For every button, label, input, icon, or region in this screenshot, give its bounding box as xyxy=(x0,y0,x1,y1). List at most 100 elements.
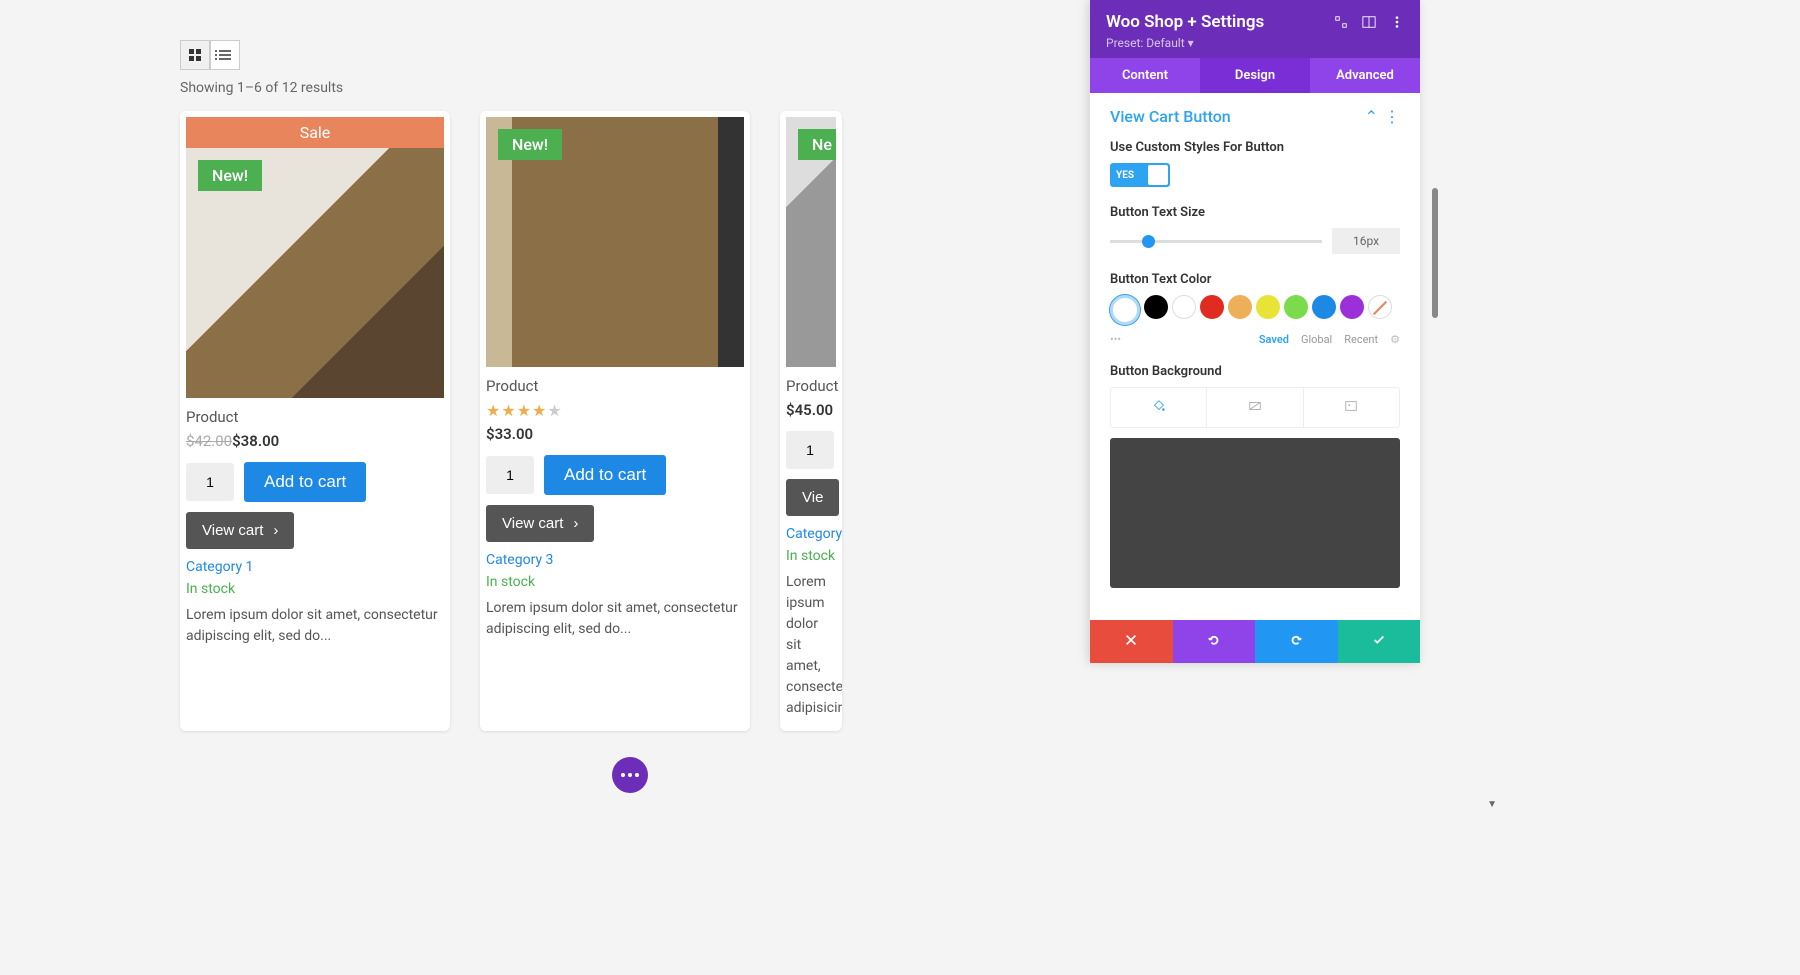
bg-tab-image[interactable] xyxy=(1304,388,1399,427)
product-description: Lorem ipsum dolor sit amet, consectetur … xyxy=(786,572,836,719)
color-swatch[interactable] xyxy=(1256,295,1280,319)
new-badge: New! xyxy=(198,160,262,191)
new-badge: Ne xyxy=(798,129,836,160)
module-fab[interactable] xyxy=(612,757,648,793)
background-label: Button Background xyxy=(1110,364,1400,379)
new-badge: New! xyxy=(498,129,562,160)
gradient-icon xyxy=(1248,399,1262,413)
stock-status: In stock xyxy=(486,574,744,590)
color-tab-recent[interactable]: Recent xyxy=(1344,333,1378,346)
stock-status: In stock xyxy=(186,581,444,597)
kebab-icon[interactable]: ⋮ xyxy=(1384,107,1400,126)
undo-button[interactable] xyxy=(1173,620,1256,663)
current-price: $33.00 xyxy=(486,425,533,443)
color-swatch[interactable] xyxy=(1312,295,1336,319)
category-link[interactable]: Category 3 xyxy=(486,552,744,568)
custom-styles-toggle[interactable]: YES xyxy=(1110,163,1170,187)
add-to-cart-button[interactable]: Add to cart xyxy=(544,455,666,495)
redo-icon xyxy=(1289,633,1303,647)
settings-panel: Woo Shop + Settings Preset: Default ▾ Co… xyxy=(1090,0,1420,663)
color-swatch-current[interactable] xyxy=(1110,295,1140,325)
category-link[interactable]: Category xyxy=(786,526,836,542)
sale-badge: Sale xyxy=(186,117,444,148)
old-price: $42.00 xyxy=(186,432,232,450)
slider-thumb[interactable] xyxy=(1142,235,1155,248)
color-palette xyxy=(1110,295,1400,325)
grid-view-button[interactable] xyxy=(180,40,210,70)
view-cart-label: View cart xyxy=(502,515,563,532)
preset-selector[interactable]: Preset: Default ▾ xyxy=(1106,36,1404,50)
section-title[interactable]: View Cart Button xyxy=(1110,107,1231,126)
text-color-label: Button Text Color xyxy=(1110,272,1400,287)
product-card: New! Product ★★★★★ $33.00 Add to cart Vi… xyxy=(480,111,750,731)
product-description: Lorem ipsum dolor sit amet, consectetur … xyxy=(486,598,744,640)
view-cart-button[interactable]: View cart › xyxy=(486,505,594,542)
tab-advanced[interactable]: Advanced xyxy=(1310,58,1420,93)
quantity-input[interactable] xyxy=(186,463,234,501)
save-button[interactable] xyxy=(1338,620,1421,663)
product-title[interactable]: Product xyxy=(186,408,444,426)
undo-icon xyxy=(1207,633,1221,647)
product-description: Lorem ipsum dolor sit amet, consectetur … xyxy=(186,605,444,647)
redo-button[interactable] xyxy=(1255,620,1338,663)
add-to-cart-button[interactable]: Add to cart xyxy=(244,462,366,502)
dots-icon xyxy=(621,773,639,777)
quantity-input[interactable] xyxy=(486,456,534,494)
product-image[interactable]: New! xyxy=(486,117,744,367)
toggle-yes-label: YES xyxy=(1110,170,1134,181)
tab-design[interactable]: Design xyxy=(1200,58,1310,93)
close-icon xyxy=(1124,633,1138,647)
chevron-right-icon: › xyxy=(273,522,278,539)
category-link[interactable]: Category 1 xyxy=(186,559,444,575)
custom-styles-label: Use Custom Styles For Button xyxy=(1110,140,1400,155)
quantity-input[interactable] xyxy=(786,431,834,469)
check-icon xyxy=(1372,633,1386,647)
chevron-up-icon[interactable]: ⌃ xyxy=(1365,107,1378,126)
snap-icon[interactable] xyxy=(1362,15,1376,29)
chevron-down-icon: ▾ xyxy=(1188,36,1194,50)
list-view-button[interactable] xyxy=(210,40,240,70)
gear-icon[interactable]: ⚙ xyxy=(1390,333,1400,346)
more-icon[interactable]: ••• xyxy=(1110,333,1121,346)
list-icon xyxy=(219,50,231,60)
bg-tab-gradient[interactable] xyxy=(1207,388,1303,427)
stock-status: In stock xyxy=(786,548,836,564)
product-image[interactable]: Ne xyxy=(786,117,836,367)
color-swatch[interactable] xyxy=(1144,295,1168,319)
product-image[interactable]: New! xyxy=(186,148,444,398)
current-price: $45.00 xyxy=(786,401,833,419)
view-cart-button[interactable]: Vie xyxy=(786,479,839,516)
current-price: $38.00 xyxy=(232,432,279,450)
tab-content[interactable]: Content xyxy=(1090,58,1200,93)
product-card: Sale New! Product $42.00$38.00 Add to ca… xyxy=(180,111,450,731)
color-swatch-none[interactable] xyxy=(1368,295,1392,319)
view-cart-label: View cart xyxy=(202,522,263,539)
product-title[interactable]: Product xyxy=(486,377,744,395)
bg-tab-color[interactable] xyxy=(1111,388,1207,427)
expand-icon[interactable] xyxy=(1334,15,1348,29)
toggle-knob xyxy=(1148,165,1168,185)
color-tab-global[interactable]: Global xyxy=(1301,333,1332,346)
view-cart-button[interactable]: View cart › xyxy=(186,512,294,549)
close-button[interactable] xyxy=(1090,620,1173,663)
dropdown-arrow-icon[interactable]: ▼ xyxy=(1487,799,1497,810)
star-rating: ★★★★★ xyxy=(486,401,744,420)
panel-footer xyxy=(1090,620,1420,663)
text-size-slider[interactable] xyxy=(1110,240,1322,243)
kebab-icon[interactable] xyxy=(1390,15,1404,29)
scrollbar-thumb[interactable] xyxy=(1432,188,1438,318)
text-size-label: Button Text Size xyxy=(1110,205,1400,220)
product-title[interactable]: Product xyxy=(786,377,836,395)
grid-icon xyxy=(189,49,201,61)
fill-icon xyxy=(1152,399,1166,413)
color-swatch[interactable] xyxy=(1228,295,1252,319)
color-swatch[interactable] xyxy=(1172,295,1196,319)
color-swatch[interactable] xyxy=(1340,295,1364,319)
color-tab-saved[interactable]: Saved xyxy=(1259,333,1289,346)
chevron-right-icon: › xyxy=(573,515,578,532)
color-swatch[interactable] xyxy=(1200,295,1224,319)
product-card: Ne Product $45.00 Vie Category In stock … xyxy=(780,111,842,731)
text-size-value[interactable]: 16px xyxy=(1332,228,1400,254)
background-preview[interactable] xyxy=(1110,438,1400,588)
color-swatch[interactable] xyxy=(1284,295,1308,319)
